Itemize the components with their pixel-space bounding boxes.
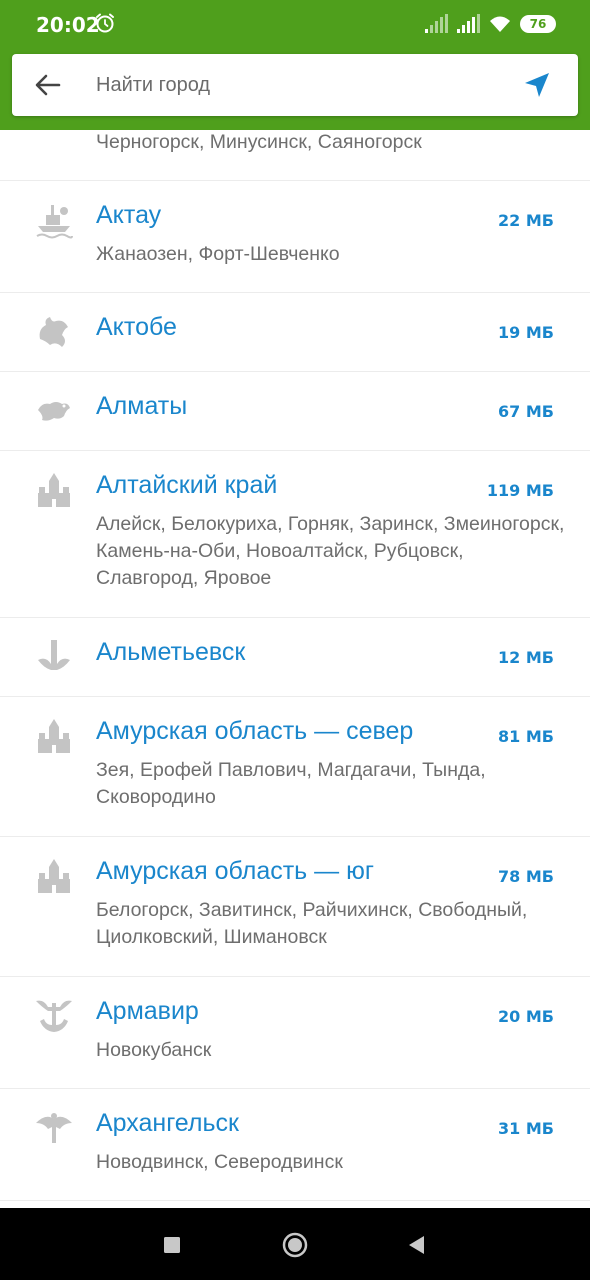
list-item-size: 81 МБ xyxy=(498,727,554,746)
list-item-size: 22 МБ xyxy=(498,211,554,230)
list-item[interactable]: Алматы 67 МБ xyxy=(0,372,590,451)
alarm-icon xyxy=(96,13,114,33)
back-triangle-icon[interactable] xyxy=(402,1230,432,1260)
list-item[interactable]: Армавир 20 МБ Новокубанск xyxy=(0,977,590,1089)
list-item-size: 12 МБ xyxy=(498,648,554,667)
list-item-title: Алматы xyxy=(96,392,188,420)
snow-leopard-emblem-icon xyxy=(38,402,70,421)
list-item-title: Альметьевск xyxy=(96,638,246,666)
list-item-size: 19 МБ xyxy=(498,323,554,342)
arrow-left-icon[interactable] xyxy=(32,69,64,101)
search-input[interactable] xyxy=(96,66,506,104)
city-list: Черногорск, Минусинск, Саяногорск Актау … xyxy=(0,130,590,1201)
battery-icon: 76 xyxy=(520,15,556,33)
list-item-title: Армавир xyxy=(96,997,199,1025)
archangel-emblem-icon xyxy=(36,1113,72,1143)
list-item[interactable]: Альметьевск 12 МБ xyxy=(0,618,590,697)
recents-square-icon[interactable] xyxy=(157,1230,187,1260)
navigation-bar xyxy=(0,1208,590,1280)
home-circle-icon[interactable] xyxy=(280,1230,310,1260)
list-item-title: Актау xyxy=(96,201,162,229)
anchor-emblem-icon xyxy=(36,1000,72,1032)
list-item-subtitle: Алейск, Белокуриха, Горняк, Заринск, Зме… xyxy=(96,513,565,589)
search-bar xyxy=(12,54,578,116)
kremlin-emblem-icon xyxy=(38,473,70,507)
kremlin-emblem-icon xyxy=(38,719,70,753)
list-item-subtitle: Зея, Ерофей Павлович, Магдагачи, Тында, … xyxy=(96,759,486,808)
list-item[interactable]: Амурская область — юг 78 МБ Белогорск, З… xyxy=(0,837,590,977)
signal-icon xyxy=(457,14,480,33)
list-item-size: 78 МБ xyxy=(498,867,554,886)
list-item-size: 67 МБ xyxy=(498,402,554,421)
wifi-icon xyxy=(490,16,510,32)
status-icons: 76 xyxy=(424,12,556,36)
list-item-title: Актобе xyxy=(96,313,177,341)
griffin-emblem-icon xyxy=(39,317,68,347)
list-item[interactable]: Алтайский край 119 МБ Алейск, Белокуриха… xyxy=(0,451,590,618)
list-item-size: 31 МБ xyxy=(498,1119,554,1138)
list-item-subtitle: Жанаозен, Форт-Шевченко xyxy=(96,243,340,265)
status-time: 20:02 xyxy=(36,13,100,37)
list-item-size: 119 МБ xyxy=(486,481,554,500)
list-item-title: Амурская область — север xyxy=(96,717,414,745)
status-bar: 20:02 76 xyxy=(0,0,590,48)
location-arrow-icon[interactable] xyxy=(522,70,552,100)
list-item[interactable]: Амурская область — север 81 МБ Зея, Ероф… xyxy=(0,697,590,837)
list-item[interactable]: Актобе 19 МБ xyxy=(0,293,590,372)
kremlin-emblem-icon xyxy=(38,859,70,893)
ship-emblem-icon xyxy=(36,205,73,239)
list-item-subtitle: Новокубанск xyxy=(96,1039,212,1061)
app-header: 20:02 76 Найти город xyxy=(0,0,590,130)
list-item-title: Амурская область — юг xyxy=(96,857,374,885)
list-item-title: Алтайский край xyxy=(96,471,278,499)
list-item-size: 20 МБ xyxy=(498,1007,554,1026)
tower-emblem-icon xyxy=(38,640,70,670)
list-item-partial[interactable]: Черногорск, Минусинск, Саяногорск xyxy=(0,130,590,181)
list-item-title: Архангельск xyxy=(96,1109,239,1137)
list-item-subtitle: Новодвинск, Северодвинск xyxy=(96,1151,343,1173)
battery-level: 76 xyxy=(529,17,547,31)
signal-icon xyxy=(425,14,448,33)
list-item-subtitle: Черногорск, Минусинск, Саяногорск xyxy=(96,131,422,153)
list-item[interactable]: Актау 22 МБ Жанаозен, Форт-Шевченко xyxy=(0,181,590,293)
list-item-subtitle: Белогорск, Завитинск, Райчихинск, Свобод… xyxy=(96,899,528,948)
list-item[interactable]: Архангельск 31 МБ Новодвинск, Северодвин… xyxy=(0,1089,590,1201)
